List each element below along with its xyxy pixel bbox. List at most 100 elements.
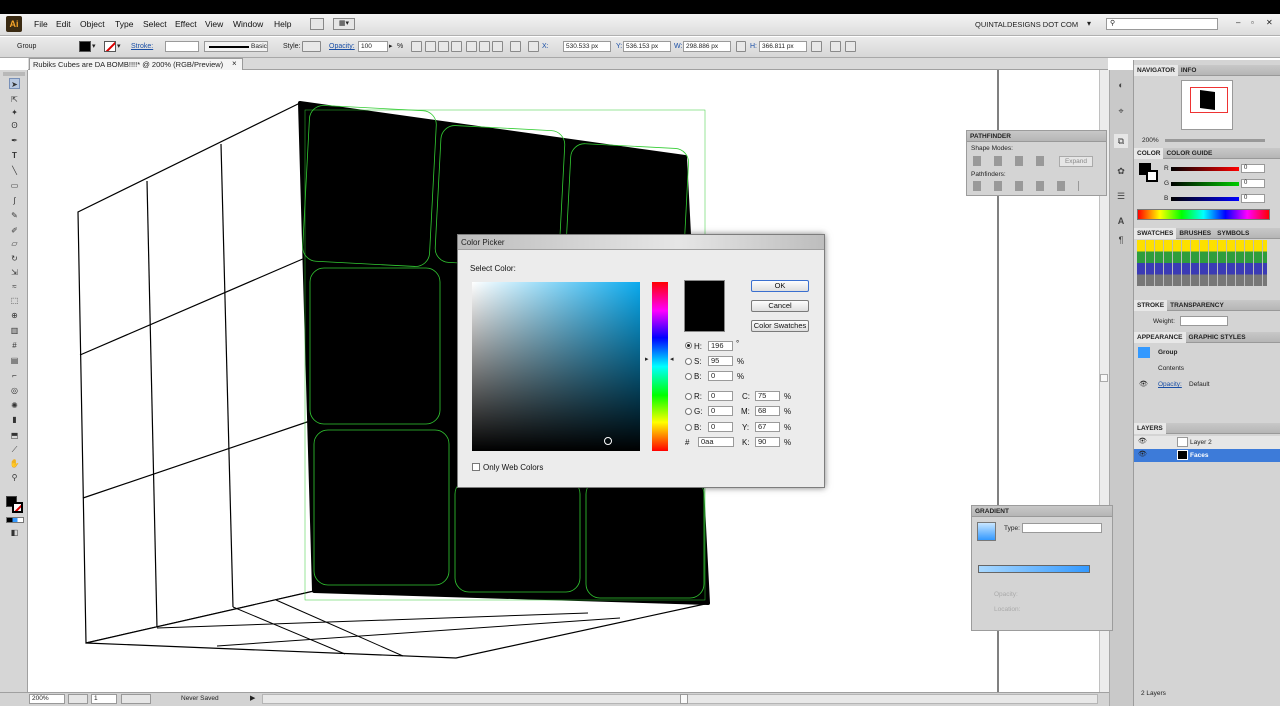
appearance-toolbar[interactable] bbox=[1136, 408, 1276, 418]
align-middle-icon[interactable] bbox=[479, 41, 490, 52]
artboard-tool-icon[interactable]: ⬒ bbox=[9, 430, 20, 441]
h-field[interactable]: 366.811 px bbox=[759, 41, 807, 52]
tab-stroke[interactable]: STROKE bbox=[1134, 300, 1168, 311]
x-field[interactable]: 530.533 px bbox=[563, 41, 611, 52]
recolor-icon[interactable] bbox=[411, 41, 422, 52]
stroke-swatch[interactable] bbox=[104, 41, 116, 52]
navigator-zoom-slider[interactable] bbox=[1165, 139, 1265, 142]
panel-menu-icon[interactable] bbox=[845, 41, 856, 52]
align-strip-icon[interactable]: ☰ bbox=[1114, 189, 1128, 203]
workspace-switcher[interactable]: QUINTALDESIGNS DOT COM bbox=[975, 20, 1078, 29]
symbol-sprayer-tool-icon[interactable]: ✺ bbox=[9, 400, 20, 411]
scale-tool-icon[interactable]: ⇲ bbox=[9, 267, 20, 278]
restore-icon[interactable]: ▫ bbox=[1251, 18, 1254, 27]
menu-help[interactable]: Help bbox=[274, 19, 291, 29]
minimize-icon[interactable]: – bbox=[1236, 18, 1240, 27]
fill-swatch[interactable] bbox=[79, 41, 91, 52]
menu-file[interactable]: File bbox=[34, 19, 48, 29]
s-field[interactable]: 95 bbox=[708, 356, 733, 366]
transform-icon[interactable] bbox=[510, 41, 521, 52]
rotate-tool-icon[interactable]: ↻ bbox=[9, 253, 20, 264]
hue-left-arrow-icon[interactable]: ▸ bbox=[645, 355, 649, 363]
color-field[interactable] bbox=[472, 282, 640, 451]
rectangle-tool-icon[interactable]: ▭ bbox=[9, 180, 20, 191]
blue-field[interactable]: 0 bbox=[708, 422, 733, 432]
tab-brushes[interactable]: BRUSHES bbox=[1176, 230, 1214, 237]
hex-field[interactable]: 0aa bbox=[698, 437, 734, 447]
g-field[interactable]: 0 bbox=[708, 406, 733, 416]
y-field[interactable]: 536.153 px bbox=[623, 41, 671, 52]
status-menu-icon[interactable]: ▶ bbox=[250, 694, 255, 702]
ok-button[interactable]: OK bbox=[751, 280, 809, 292]
tab-info[interactable]: INFO bbox=[1178, 67, 1200, 74]
variable-width-dropdown[interactable]: Basic bbox=[204, 41, 268, 52]
appearance-contents[interactable]: Contents bbox=[1158, 365, 1184, 372]
lasso-tool-icon[interactable]: ʘ bbox=[9, 120, 20, 131]
perspective-grid-tool-icon[interactable]: ▥ bbox=[9, 325, 20, 336]
warp-tool-icon[interactable]: ≈ bbox=[9, 281, 20, 292]
tab-appearance[interactable]: APPEARANCE bbox=[1134, 332, 1186, 343]
arrange-documents-icon[interactable]: ▦▾ bbox=[333, 18, 355, 30]
hand-tool-icon[interactable]: ✋ bbox=[9, 458, 20, 469]
color-b-slider[interactable] bbox=[1171, 197, 1239, 201]
tab-symbols[interactable]: SYMBOLS bbox=[1214, 230, 1252, 237]
layer1-eye-icon[interactable]: 👁 bbox=[1138, 437, 1147, 445]
y-field[interactable]: 67 bbox=[755, 422, 780, 432]
color-spectrum-bar[interactable] bbox=[1137, 209, 1270, 220]
close-document-icon[interactable]: × bbox=[232, 59, 237, 68]
tab-layers[interactable]: LAYERS bbox=[1134, 423, 1166, 434]
close-app-icon[interactable]: ✕ bbox=[1266, 18, 1273, 27]
pencil-tool-icon[interactable]: ✎ bbox=[9, 210, 20, 221]
slice-tool-icon[interactable]: ⟋ bbox=[9, 444, 20, 455]
cancel-button[interactable]: Cancel bbox=[751, 300, 809, 312]
m-field[interactable]: 68 bbox=[755, 406, 780, 416]
k-field[interactable]: 90 bbox=[755, 437, 780, 447]
hue-slider[interactable] bbox=[652, 282, 668, 451]
web-colors-label[interactable]: Only Web Colors bbox=[483, 463, 543, 472]
color-mode-icons[interactable] bbox=[6, 517, 24, 523]
type-tool-icon[interactable]: T bbox=[9, 150, 20, 161]
b-field[interactable]: 0 bbox=[708, 371, 733, 381]
tab-color[interactable]: COLOR bbox=[1134, 148, 1164, 159]
pen-tool-icon[interactable]: ✒ bbox=[9, 135, 20, 146]
menu-edit[interactable]: Edit bbox=[56, 19, 71, 29]
gradient-slider[interactable] bbox=[978, 565, 1090, 573]
r-field[interactable]: 0 bbox=[708, 391, 733, 401]
hue-right-arrow-icon[interactable]: ◂ bbox=[670, 355, 674, 363]
menu-select[interactable]: Select bbox=[143, 19, 167, 29]
menu-type[interactable]: Type bbox=[115, 19, 133, 29]
b-radio[interactable] bbox=[685, 373, 692, 380]
menu-object[interactable]: Object bbox=[80, 19, 105, 29]
artboard-next-icon[interactable] bbox=[121, 694, 151, 704]
gradient-thumbnail[interactable] bbox=[977, 522, 996, 541]
graphic-style-dropdown[interactable] bbox=[302, 41, 321, 52]
document-tab[interactable]: Rubiks Cubes are DA BOMB!!!!* @ 200% (RG… bbox=[29, 58, 243, 70]
pathfinder-strip-icon[interactable]: ⧉ bbox=[1114, 134, 1128, 148]
zoom-field[interactable]: 200% bbox=[29, 694, 65, 704]
line-tool-icon[interactable]: ╲ bbox=[9, 165, 20, 176]
blue-radio[interactable] bbox=[685, 424, 692, 431]
stroke-weight-field[interactable] bbox=[165, 41, 199, 52]
navigator-strip-icon[interactable]: ◐ bbox=[1114, 78, 1128, 92]
eraser-tool-icon[interactable]: ▱ bbox=[9, 238, 20, 249]
blob-brush-tool-icon[interactable]: ✐ bbox=[9, 225, 20, 236]
stroke-color-icon[interactable] bbox=[12, 502, 23, 513]
color-r-field[interactable]: 0 bbox=[1241, 164, 1265, 173]
workspace-chevron-icon[interactable]: ▾ bbox=[1087, 19, 1091, 28]
swatches-toolbar[interactable] bbox=[1136, 289, 1276, 297]
color-stroke-swatch[interactable] bbox=[1146, 170, 1158, 182]
appearance-opacity-label[interactable]: Opacity: bbox=[1158, 381, 1182, 388]
r-radio[interactable] bbox=[685, 393, 692, 400]
pathfinder-buttons[interactable] bbox=[973, 181, 1079, 191]
search-input[interactable]: ⚲ bbox=[1106, 18, 1218, 30]
opacity-chevron-icon[interactable]: ▸ bbox=[389, 42, 393, 50]
layer2-eye-icon[interactable]: 👁 bbox=[1138, 450, 1147, 458]
artboard-number-field[interactable]: 1 bbox=[91, 694, 117, 704]
stroke-label[interactable]: Stroke: bbox=[131, 43, 153, 50]
c-field[interactable]: 75 bbox=[755, 391, 780, 401]
magic-wand-tool-icon[interactable]: ✦ bbox=[9, 107, 20, 118]
web-colors-checkbox[interactable] bbox=[472, 463, 480, 471]
direct-selection-tool-icon[interactable]: ⇱ bbox=[9, 94, 20, 105]
menu-view[interactable]: View bbox=[205, 19, 223, 29]
character-strip-icon[interactable]: A bbox=[1114, 214, 1128, 228]
